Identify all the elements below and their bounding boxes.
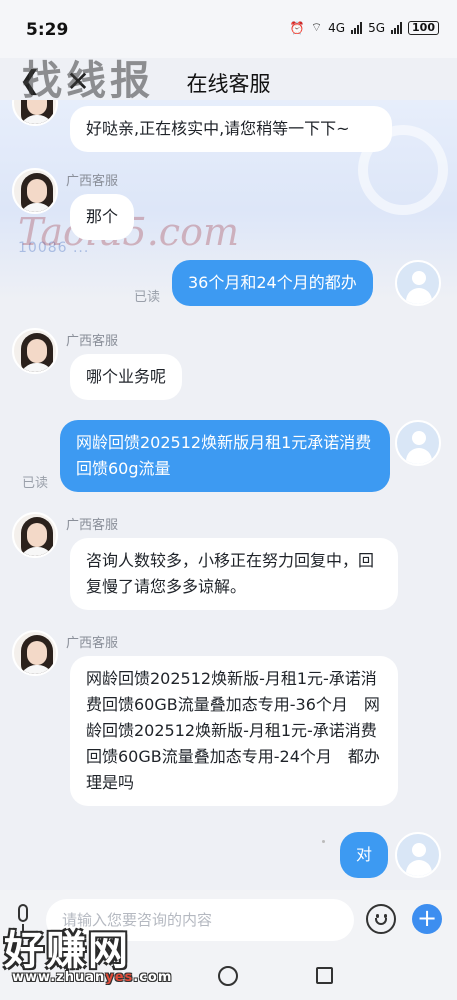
user-avatar[interactable] — [395, 832, 441, 878]
message-bubble-in: 哪个业务呢 — [70, 354, 183, 400]
sender-name: 广西客服 — [66, 518, 119, 533]
agent-avatar[interactable] — [12, 328, 58, 374]
battery-icon: 100 — [408, 20, 439, 35]
read-status: 已读 — [134, 290, 161, 305]
loading-dot — [322, 840, 325, 843]
watermark-bottom-title: 好赚网 — [4, 928, 130, 974]
recent-apps-icon[interactable] — [316, 967, 333, 984]
message-bubble-out: 36个月和24个月的都办 — [172, 260, 373, 306]
message-bubble-in: 那个 — [70, 194, 135, 240]
sender-name: 广西客服 — [66, 636, 119, 651]
sender-name: 广西客服 — [66, 334, 119, 349]
chat-area[interactable]: 10086 ... 好哒亲,正在核实中,请您稍等一下下~ Taolu5.com … — [0, 100, 457, 890]
alarm-icon: ⏰ — [289, 20, 305, 35]
signal-icon-2 — [391, 21, 403, 34]
status-time: 5:29 — [26, 20, 69, 40]
user-avatar[interactable] — [395, 260, 441, 306]
message-bubble-in: 咨询人数较多，小移正在努力回复中，回复慢了请您多多谅解。 — [70, 538, 398, 610]
watermark-bottom: 好赚网 www.zhuanyes.com — [4, 918, 194, 992]
agent-avatar[interactable] — [12, 168, 58, 214]
emoji-icon[interactable] — [366, 904, 396, 934]
status-icons: ⏰ ⌔ 4G 5G 100 — [290, 20, 439, 35]
watermark-bottom-url: www.zhuanyes.com — [12, 970, 173, 985]
message-bubble-in: 网龄回馈202512焕新版-月租1元-承诺消费回馈60GB流量叠加态专用-36个… — [70, 656, 398, 806]
wifi-icon: ⌔ — [310, 20, 323, 34]
agent-avatar[interactable] — [12, 512, 58, 558]
plus-button[interactable]: + — [412, 904, 442, 934]
message-bubble-out: 网龄回馈202512焕新版月租1元承诺消费回馈60g流量 — [60, 420, 390, 492]
message-bubble-in: 好哒亲,正在核实中,请您稍等一下下~ — [70, 106, 392, 152]
home-circle-icon[interactable] — [218, 966, 238, 986]
watermark-top: 找线报 — [22, 57, 154, 104]
net1-label: 4G — [328, 20, 346, 35]
user-avatar[interactable] — [395, 420, 441, 466]
net2-label: 5G — [368, 20, 386, 35]
agent-avatar[interactable] — [12, 630, 58, 676]
message-bubble-out: 对 — [340, 832, 389, 878]
read-status: 已读 — [22, 476, 49, 491]
sender-name: 广西客服 — [66, 174, 119, 189]
signal-icon — [351, 21, 363, 34]
